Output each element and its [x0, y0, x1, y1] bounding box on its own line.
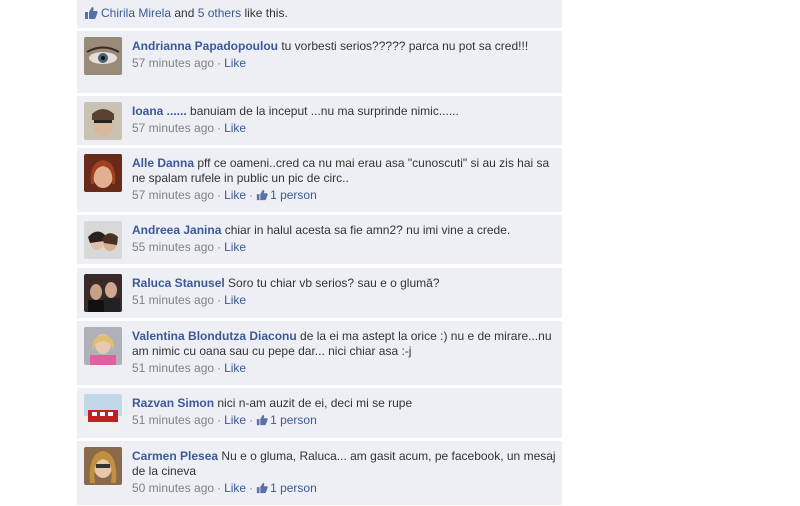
like-link[interactable]: Like [224, 240, 246, 254]
comment-item: Raluca Stanusel Soro tu chiar vb serios?… [77, 268, 562, 318]
comment-timestamp[interactable]: 57 minutes ago [132, 188, 214, 202]
comment-author-link[interactable]: Andreea Janina [132, 223, 221, 237]
comment-text: chiar in halul acesta sa fie amn2? nu im… [224, 223, 511, 237]
avatar[interactable] [84, 102, 122, 140]
comment-item: Alle Danna pff ce oameni..cred ca nu mai… [77, 148, 562, 212]
thumbs-up-icon [84, 6, 98, 23]
comment-author-link[interactable]: Valentina Blondutza Diaconu [132, 329, 297, 343]
comment-timestamp[interactable]: 50 minutes ago [132, 481, 214, 495]
avatar[interactable] [84, 221, 122, 259]
likes-count-link[interactable]: 1 person [270, 413, 317, 427]
comment-author-link[interactable]: Raluca Stanusel [132, 276, 225, 290]
avatar[interactable] [84, 327, 122, 365]
thumbs-up-icon [256, 189, 268, 205]
comment-timestamp[interactable]: 51 minutes ago [132, 361, 214, 375]
likes-count-link[interactable]: 1 person [270, 481, 317, 495]
avatar[interactable] [84, 394, 122, 432]
comment-author-link[interactable]: Razvan Simon [132, 396, 214, 410]
like-link[interactable]: Like [224, 481, 246, 495]
comment-timestamp[interactable]: 57 minutes ago [132, 121, 214, 135]
comment-text: tu vorbesti serios????? parca nu pot sa … [281, 39, 529, 53]
comment-text: Soro tu chiar vb serios? sau e o glumă? [228, 276, 440, 290]
comment-text: pff ce oameni..cred ca nu mai erau asa "… [132, 156, 550, 185]
comment-item: Carmen Plesea Nu e o gluma, Raluca... am… [77, 441, 562, 505]
comment-timestamp[interactable]: 51 minutes ago [132, 293, 214, 307]
avatar[interactable] [84, 274, 122, 312]
avatar[interactable] [84, 154, 122, 192]
avatar[interactable] [84, 37, 122, 75]
thumbs-up-icon [256, 482, 268, 498]
others-link[interactable]: 5 others [198, 6, 241, 20]
comment-timestamp[interactable]: 57 minutes ago [132, 56, 214, 70]
comment-author-link[interactable]: Ioana ...... [132, 104, 187, 118]
likes-and-text: and [174, 6, 195, 20]
comment-item: Ioana ...... banuiam de la inceput ...nu… [77, 96, 562, 145]
like-link[interactable]: Like [224, 121, 246, 135]
comment-item: Andreea Janina chiar in halul acesta sa … [77, 215, 562, 264]
likes-summary: Chirila Mirela and 5 others like this. [77, 0, 562, 28]
comment-text: nici n-am auzit de ei, deci mi se rupe [217, 396, 413, 410]
comment-timestamp[interactable]: 55 minutes ago [132, 240, 214, 254]
liker-name-link[interactable]: Chirila Mirela [101, 6, 171, 20]
like-link[interactable]: Like [224, 413, 246, 427]
like-link[interactable]: Like [224, 56, 246, 70]
like-link[interactable]: Like [224, 188, 246, 202]
comment-author-link[interactable]: Alle Danna [132, 156, 194, 170]
comment-item: Valentina Blondutza Diaconu de la ei ma … [77, 321, 562, 385]
comment-author-link[interactable]: Carmen Plesea [132, 449, 218, 463]
comment-item: Razvan Simon nici n-am auzit de ei, deci… [77, 388, 562, 438]
comments-column: Chirila Mirela and 5 others like this. A… [77, 0, 562, 506]
likes-count-link[interactable]: 1 person [270, 188, 317, 202]
comment-text: banuiam de la inceput ...nu ma surprinde… [190, 104, 459, 118]
like-link[interactable]: Like [224, 361, 246, 375]
like-link[interactable]: Like [224, 293, 246, 307]
comment-timestamp[interactable]: 51 minutes ago [132, 413, 214, 427]
comment-author-link[interactable]: Andrianna Papadopoulou [132, 39, 278, 53]
thumbs-up-icon [256, 414, 268, 430]
likes-suffix-text: like this. [244, 6, 288, 20]
comment-item: Andrianna Papadopoulou tu vorbesti serio… [77, 31, 562, 93]
avatar[interactable] [84, 447, 122, 485]
